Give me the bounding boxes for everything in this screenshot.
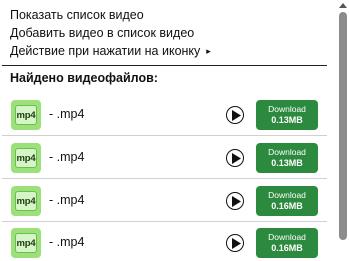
download-label: Download (268, 190, 306, 200)
menu-show-video-list[interactable]: Показать список видео (10, 7, 144, 23)
thumb-label: mp4 (16, 109, 36, 121)
file-size: 0.13MB (271, 115, 303, 125)
play-icon[interactable] (226, 106, 244, 124)
video-filename: - .mp4 (49, 107, 85, 121)
video-row: mp4 - .mp4 Download 0.16MB (2, 180, 327, 222)
vertical-scrollbar[interactable] (337, 0, 349, 261)
menu-add-to-video-list[interactable]: Добавить видео в список видео (10, 25, 194, 41)
file-size: 0.16MB (271, 201, 303, 211)
found-videos-heading: Найдено видеофайлов: (10, 71, 158, 85)
menu-icon-click-action-label: Действие при нажатии на иконку (10, 44, 201, 58)
thumb-label: mp4 (16, 195, 36, 207)
video-row: mp4 - .mp4 Download 0.13MB (2, 94, 327, 136)
mp4-file-icon: mp4 (15, 148, 37, 168)
download-label: Download (268, 147, 306, 157)
thumb-label: mp4 (16, 237, 36, 249)
scroll-up-arrow-icon[interactable] (339, 3, 347, 8)
video-thumbnail: mp4 (11, 186, 41, 216)
video-row: mp4 - .mp4 Download 0.16MB (2, 222, 327, 261)
mp4-file-icon: mp4 (15, 105, 37, 125)
video-thumbnail: mp4 (11, 100, 41, 130)
download-label: Download (268, 232, 306, 242)
download-label: Download (268, 104, 306, 114)
video-filename: - .mp4 (49, 235, 85, 249)
download-button[interactable]: Download 0.16MB (256, 228, 318, 258)
menu-icon-click-action[interactable]: Действие при нажатии на иконку ▸ (10, 43, 211, 59)
video-filename: - .mp4 (49, 193, 85, 207)
file-size: 0.16MB (271, 243, 303, 253)
mp4-file-icon: mp4 (15, 233, 37, 253)
play-icon[interactable] (226, 192, 244, 210)
play-icon[interactable] (226, 234, 244, 252)
submenu-arrow-icon: ▸ (206, 46, 211, 56)
download-button[interactable]: Download 0.13MB (256, 143, 318, 173)
video-thumbnail: mp4 (11, 143, 41, 173)
thumb-label: mp4 (16, 152, 36, 164)
video-thumbnail: mp4 (11, 228, 41, 258)
video-row: mp4 - .mp4 Download 0.13MB (2, 137, 327, 179)
extension-popup: Показать список видео Добавить видео в с… (0, 0, 336, 261)
video-filename: - .mp4 (49, 150, 85, 164)
play-icon[interactable] (226, 149, 244, 167)
file-size: 0.13MB (271, 158, 303, 168)
mp4-file-icon: mp4 (15, 191, 37, 211)
download-button[interactable]: Download 0.16MB (256, 186, 318, 216)
menu-divider (2, 65, 327, 66)
download-button[interactable]: Download 0.13MB (256, 100, 318, 130)
scrollbar-thumb[interactable] (339, 12, 347, 240)
